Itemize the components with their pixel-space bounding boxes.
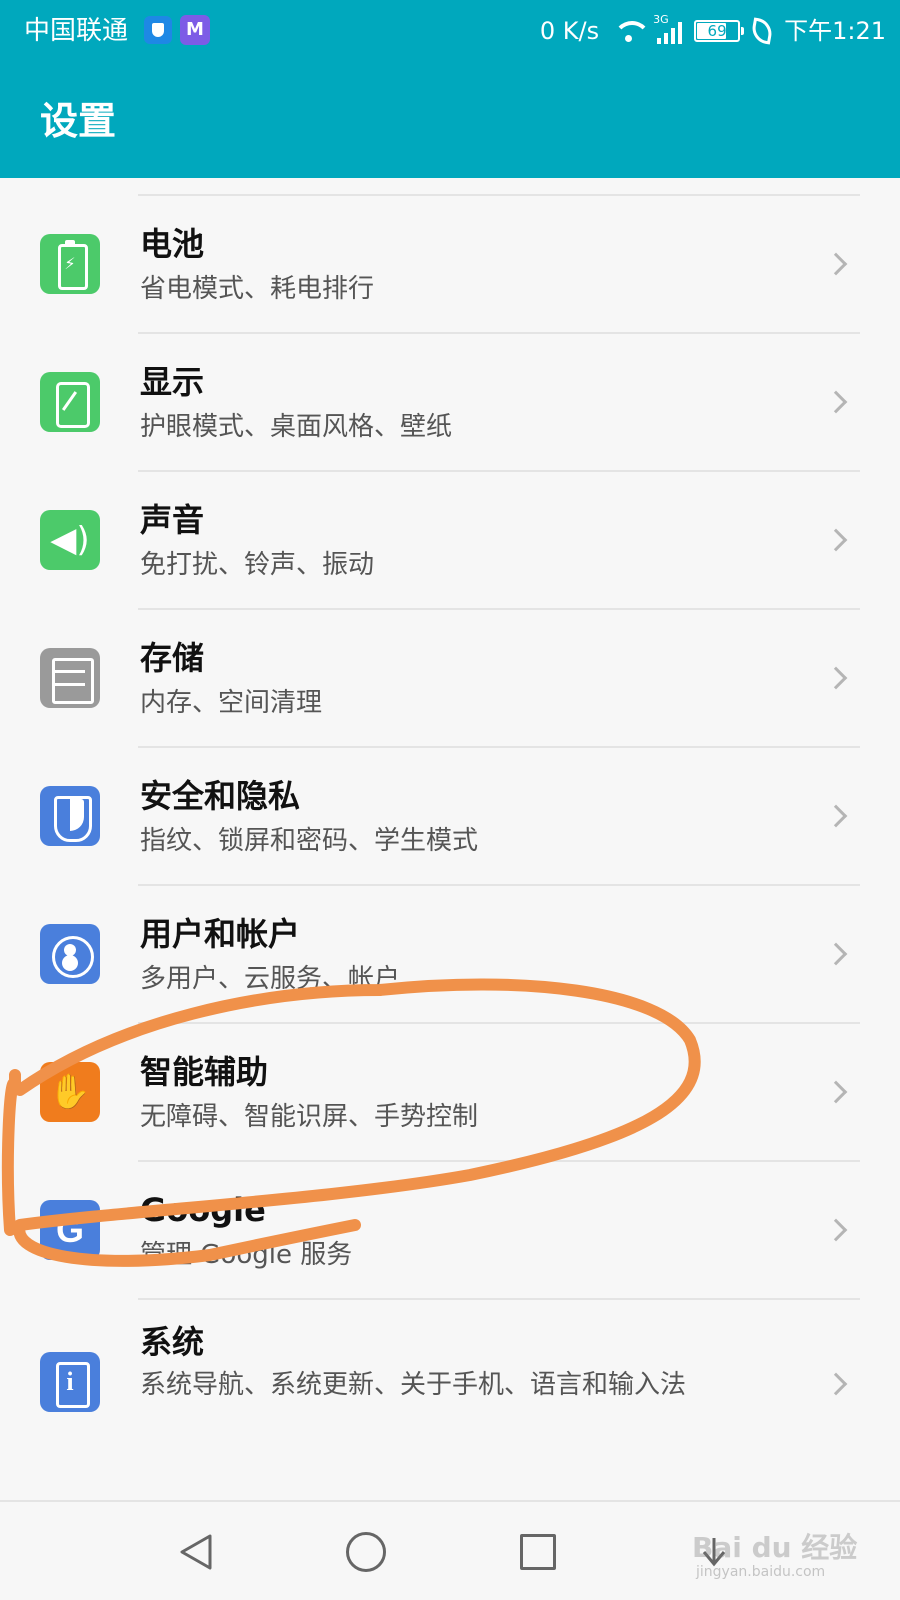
clock: 下午1:21 <box>784 17 886 45</box>
battery-level: 69 <box>707 22 727 40</box>
hand-icon: ✋ <box>40 1062 100 1122</box>
recents-icon[interactable] <box>520 1534 556 1570</box>
chevron-right-icon <box>824 804 848 828</box>
speaker-icon: ◀) <box>40 510 100 570</box>
settings-item-subtitle: 无障碍、智能识屏、手势控制 <box>140 1102 479 1132</box>
settings-item-subtitle: 省电模式、耗电排行 <box>140 274 375 304</box>
chevron-right-icon <box>824 1080 848 1104</box>
settings-item-system[interactable]: i 系统 系统导航、系统更新、关于手机、语言和输入法 <box>0 1300 900 1480</box>
app-bar: 设置 <box>0 62 900 178</box>
signal-icon: 3G <box>653 14 683 44</box>
leaf-icon <box>750 17 775 45</box>
baidu-watermark: Bai du 经验 <box>692 1531 858 1564</box>
display-icon <box>40 372 100 432</box>
chevron-right-icon <box>824 942 848 966</box>
status-indicators: 0 K/s 3G 69 下午1:21 <box>540 14 886 48</box>
settings-item-sound[interactable]: ◀) 声音 免打扰、铃声、振动 <box>0 472 900 610</box>
wifi-icon <box>611 19 652 43</box>
chevron-right-icon <box>824 666 848 690</box>
shield-icon <box>144 16 172 44</box>
navigation-bar: Bai du 经验 jingyan.baidu.com <box>0 1500 900 1600</box>
carrier-name: 中国联通 <box>24 16 129 46</box>
home-icon[interactable] <box>346 1532 386 1572</box>
settings-item-subtitle: 系统导航、系统更新、关于手机、语言和输入法 <box>140 1370 687 1400</box>
storage-icon <box>40 648 100 708</box>
google-icon: G <box>40 1200 100 1260</box>
settings-item-subtitle: 护眼模式、桌面风格、壁纸 <box>140 412 453 442</box>
settings-item-title: 用户和帐户 <box>140 915 301 953</box>
chevron-right-icon <box>824 1218 848 1242</box>
settings-item-smart-assist[interactable]: ✋ 智能辅助 无障碍、智能识屏、手势控制 <box>0 1024 900 1162</box>
back-icon[interactable] <box>176 1532 216 1572</box>
settings-item-title: 存储 <box>140 639 205 677</box>
settings-item-google[interactable]: G Google 管理 Google 服务 <box>0 1162 900 1300</box>
chevron-right-icon <box>824 390 848 414</box>
chevron-right-icon <box>824 252 848 276</box>
settings-item-subtitle: 内存、空间清理 <box>140 688 323 718</box>
status-bar: 中国联通 M 0 K/s 3G 69 下午1:21 <box>0 0 900 62</box>
settings-item-title: Google <box>140 1191 266 1229</box>
battery-icon: 69 <box>694 20 745 42</box>
settings-item-storage[interactable]: 存储 内存、空间清理 <box>0 610 900 748</box>
battery-icon: ⚡ <box>40 234 100 294</box>
info-icon: i <box>40 1352 100 1412</box>
app-m-icon: M <box>180 15 210 45</box>
settings-item-security[interactable]: 安全和隐私 指纹、锁屏和密码、学生模式 <box>0 748 900 886</box>
network-type: 3G <box>653 13 669 26</box>
settings-item-title: 系统 <box>140 1323 205 1361</box>
page-title: 设置 <box>40 99 117 143</box>
chevron-right-icon <box>824 1372 848 1396</box>
settings-item-title: 智能辅助 <box>140 1053 269 1091</box>
settings-item-subtitle: 指纹、锁屏和密码、学生模式 <box>140 826 479 856</box>
settings-item-display[interactable]: 显示 护眼模式、桌面风格、壁纸 <box>0 334 900 472</box>
chevron-right-icon <box>824 528 848 552</box>
settings-item-subtitle: 免打扰、铃声、振动 <box>140 550 375 580</box>
settings-item-title: 声音 <box>140 501 205 539</box>
settings-item-title: 安全和隐私 <box>140 777 301 815</box>
shield-icon <box>40 786 100 846</box>
settings-item-battery[interactable]: ⚡ 电池 省电模式、耗电排行 <box>0 196 900 334</box>
settings-item-subtitle: 多用户、云服务、帐户 <box>140 964 401 994</box>
settings-item-title: 显示 <box>140 363 205 401</box>
settings-item-title: 电池 <box>140 225 205 263</box>
user-icon <box>40 924 100 984</box>
baidu-watermark-url: jingyan.baidu.com <box>696 1564 826 1580</box>
settings-item-users[interactable]: 用户和帐户 多用户、云服务、帐户 <box>0 886 900 1024</box>
settings-list[interactable]: ⚡ 电池 省电模式、耗电排行 显示 护眼模式、桌面风格、壁纸 ◀) 声音 免打扰… <box>0 178 900 1500</box>
net-speed: 0 K/s <box>539 17 600 45</box>
settings-item-subtitle: 管理 Google 服务 <box>140 1240 353 1270</box>
